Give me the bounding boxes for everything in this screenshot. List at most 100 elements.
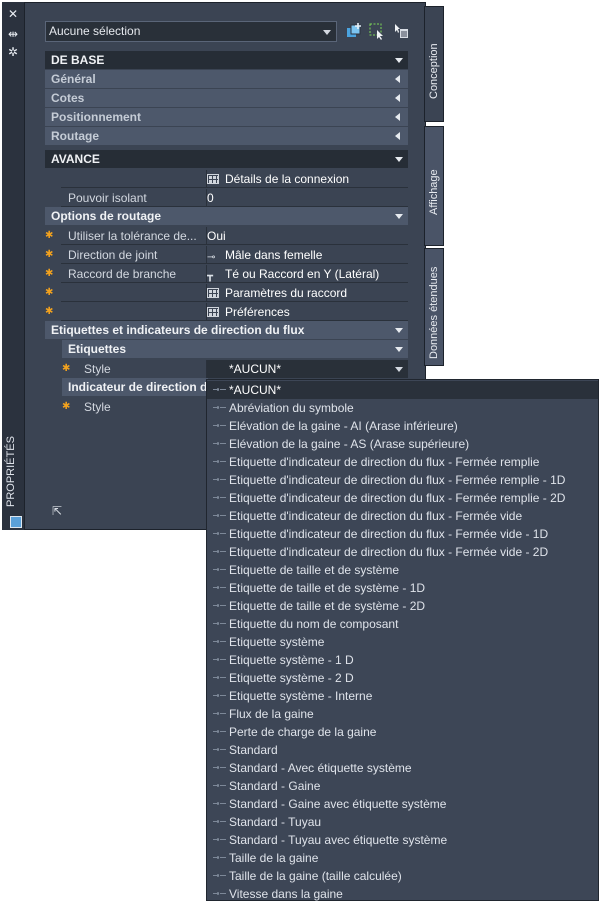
section-cotes[interactable]: Cotes	[45, 89, 408, 107]
dropdown-item-label: Perte de charge de la gaine	[229, 725, 377, 739]
dropdown-item-label: Etiquette d'indicateur de direction du f…	[229, 491, 566, 505]
dropdown-item[interactable]: Etiquette d'indicateur de direction du f…	[207, 543, 598, 561]
property-indicateur-style[interactable]: ✱ Style	[45, 398, 206, 416]
property-pouvoir-isolant[interactable]: Pouvoir isolant 0	[45, 189, 408, 207]
section-routage-label: Routage	[51, 129, 99, 143]
section-general[interactable]: Général	[45, 70, 408, 88]
selection-dropdown[interactable]: Aucune sélection	[45, 21, 337, 42]
dropdown-item[interactable]: Etiquette système - Interne	[207, 687, 598, 705]
property-etiquette-style[interactable]: ✱ Style *AUCUN*	[45, 360, 408, 378]
section-indicateur-label: Indicateur de direction d	[68, 380, 208, 394]
dropdown-item[interactable]: Etiquette de taille et de système - 2D	[207, 597, 598, 615]
dropdown-item[interactable]: Etiquette système - 1 D	[207, 651, 598, 669]
style-label-icon	[213, 784, 226, 788]
dropdown-item[interactable]: Vitesse dans la gaine	[207, 885, 598, 903]
dropdown-item[interactable]: *AUCUN*	[207, 381, 598, 399]
selection-value: Aucune sélection	[49, 24, 141, 38]
style-label-icon	[213, 622, 226, 626]
section-etiquettes-indicateurs[interactable]: Etiquettes et indicateurs de direction d…	[45, 321, 408, 339]
property-value: *AUCUN*	[229, 362, 282, 376]
dropdown-item-label: Flux de la gaine	[229, 707, 314, 721]
dropdown-item[interactable]: Etiquette d'indicateur de direction du f…	[207, 489, 598, 507]
property-tolerance[interactable]: ✱ Utiliser la tolérance de... Oui	[45, 227, 408, 245]
dropdown-item[interactable]: Standard - Tuyau avec étiquette système	[207, 831, 598, 849]
section-routage[interactable]: Routage	[45, 127, 408, 145]
dropdown-item[interactable]: Etiquette d'indicateur de direction du f…	[207, 453, 598, 471]
dropdown-item[interactable]: Etiquette système - 2 D	[207, 669, 598, 687]
style-label-icon	[213, 838, 226, 842]
style-label-icon	[213, 478, 226, 482]
dropdown-item[interactable]: Elévation de la gaine - AI (Arase inféri…	[207, 417, 598, 435]
close-icon[interactable]: ✕	[7, 8, 19, 20]
dropdown-item[interactable]: Standard - Gaine	[207, 777, 598, 795]
dropdown-item[interactable]: Taille de la gaine	[207, 849, 598, 867]
dropdown-item[interactable]: Elévation de la gaine - AS (Arase supéri…	[207, 435, 598, 453]
style-label-icon	[213, 424, 226, 428]
property-value[interactable]: Té ou Raccord en Y (Latéral)	[225, 267, 379, 281]
dropdown-item-label: Standard	[229, 743, 278, 757]
dropdown-item[interactable]: Flux de la gaine	[207, 705, 598, 723]
dropdown-item-label: Elévation de la gaine - AI (Arase inféri…	[229, 419, 458, 433]
settings-icon[interactable]: ✲	[7, 46, 19, 58]
tab-conception[interactable]: Conception	[424, 6, 444, 122]
property-value[interactable]: Préférences	[225, 305, 290, 319]
dropdown-item[interactable]: Standard - Tuyau	[207, 813, 598, 831]
dropdown-item[interactable]: Standard - Avec étiquette système	[207, 759, 598, 777]
dropdown-item[interactable]: Etiquette d'indicateur de direction du f…	[207, 525, 598, 543]
dropdown-item[interactable]: Etiquette système	[207, 633, 598, 651]
property-details-connexion[interactable]: Détails de la connexion	[45, 170, 408, 188]
dropdown-item-label: Etiquette d'indicateur de direction du f…	[229, 509, 523, 523]
dropdown-item[interactable]: Etiquette de taille et de système - 1D	[207, 579, 598, 597]
dropdown-item-label: Taille de la gaine	[229, 851, 319, 865]
style-label-icon	[213, 496, 226, 500]
section-avance[interactable]: AVANCE	[45, 150, 408, 168]
property-preferences[interactable]: ✱ Préférences	[45, 303, 408, 321]
select-objects-icon[interactable]	[368, 22, 386, 40]
style-dropdown-list[interactable]: *AUCUN* Abréviation du symbole Elévation d…	[206, 379, 599, 901]
style-label-icon	[213, 820, 226, 824]
section-general-label: Général	[51, 72, 96, 86]
chevron-down-icon	[395, 328, 403, 333]
section-options-routage-label: Options de routage	[51, 209, 162, 223]
dropdown-item-label: Abréviation du symbole	[229, 401, 354, 415]
property-parametres-raccord[interactable]: ✱ Paramètres du raccord	[45, 284, 408, 302]
dropdown-item[interactable]: Standard - Gaine avec étiquette système	[207, 795, 598, 813]
tab-affichage[interactable]: Affichage	[424, 126, 444, 246]
dropdown-item[interactable]: Perte de charge de la gaine	[207, 723, 598, 741]
tab-affichage-label: Affichage	[428, 169, 440, 215]
property-name: Raccord de branche	[68, 267, 177, 281]
property-direction-joint[interactable]: ✱ Direction de joint ⊸ Mâle dans femelle	[45, 246, 408, 264]
quick-select-icon[interactable]	[392, 22, 410, 40]
section-de-base[interactable]: DE BASE	[45, 51, 408, 69]
style-combobox[interactable]: *AUCUN*	[207, 360, 408, 378]
dropdown-item[interactable]: Etiquette d'indicateur de direction du f…	[207, 507, 598, 525]
section-cotes-label: Cotes	[51, 91, 85, 105]
dropdown-item[interactable]: Abréviation du symbole	[207, 399, 598, 417]
properties-panel-icon[interactable]	[10, 516, 22, 528]
property-value[interactable]: Mâle dans femelle	[225, 248, 322, 262]
style-label-icon	[213, 802, 226, 806]
dropdown-item[interactable]: Etiquette de taille et de système	[207, 561, 598, 579]
dropdown-item[interactable]: Taille de la gaine (taille calculée)	[207, 867, 598, 885]
property-name: Style	[84, 400, 111, 414]
pick-add-icon[interactable]: ⇱	[52, 504, 66, 518]
modified-star-icon: ✱	[62, 363, 71, 374]
section-etiquettes-indicateurs-label: Etiquettes et indicateurs de direction d…	[51, 323, 305, 337]
property-raccord-branche[interactable]: ✱ Raccord de branche ┳ Té ou Raccord en Y…	[45, 265, 408, 283]
section-positionnement[interactable]: Positionnement	[45, 108, 408, 126]
chevron-down-icon[interactable]	[395, 367, 403, 372]
section-indicateur[interactable]: Indicateur de direction d	[62, 378, 208, 396]
dropdown-item[interactable]: Etiquette d'indicateur de direction du f…	[207, 471, 598, 489]
property-value[interactable]: Paramètres du raccord	[225, 286, 347, 300]
property-value[interactable]: 0	[207, 189, 408, 207]
palette-title-bar[interactable]: ✕ ⇹ ✲ PROPRIÉTÉS	[2, 2, 25, 530]
tab-donnees-etendues[interactable]: Données étendues	[424, 248, 444, 366]
dropdown-item[interactable]: Standard	[207, 741, 598, 759]
style-label-icon	[213, 856, 226, 860]
section-options-routage[interactable]: Options de routage	[45, 207, 408, 225]
property-value[interactable]: Oui	[207, 227, 408, 245]
add-selection-icon[interactable]	[345, 22, 363, 40]
collapse-icon[interactable]: ⇹	[7, 28, 19, 40]
section-etiquettes[interactable]: Etiquettes	[62, 340, 408, 358]
dropdown-item[interactable]: Etiquette du nom de composant	[207, 615, 598, 633]
